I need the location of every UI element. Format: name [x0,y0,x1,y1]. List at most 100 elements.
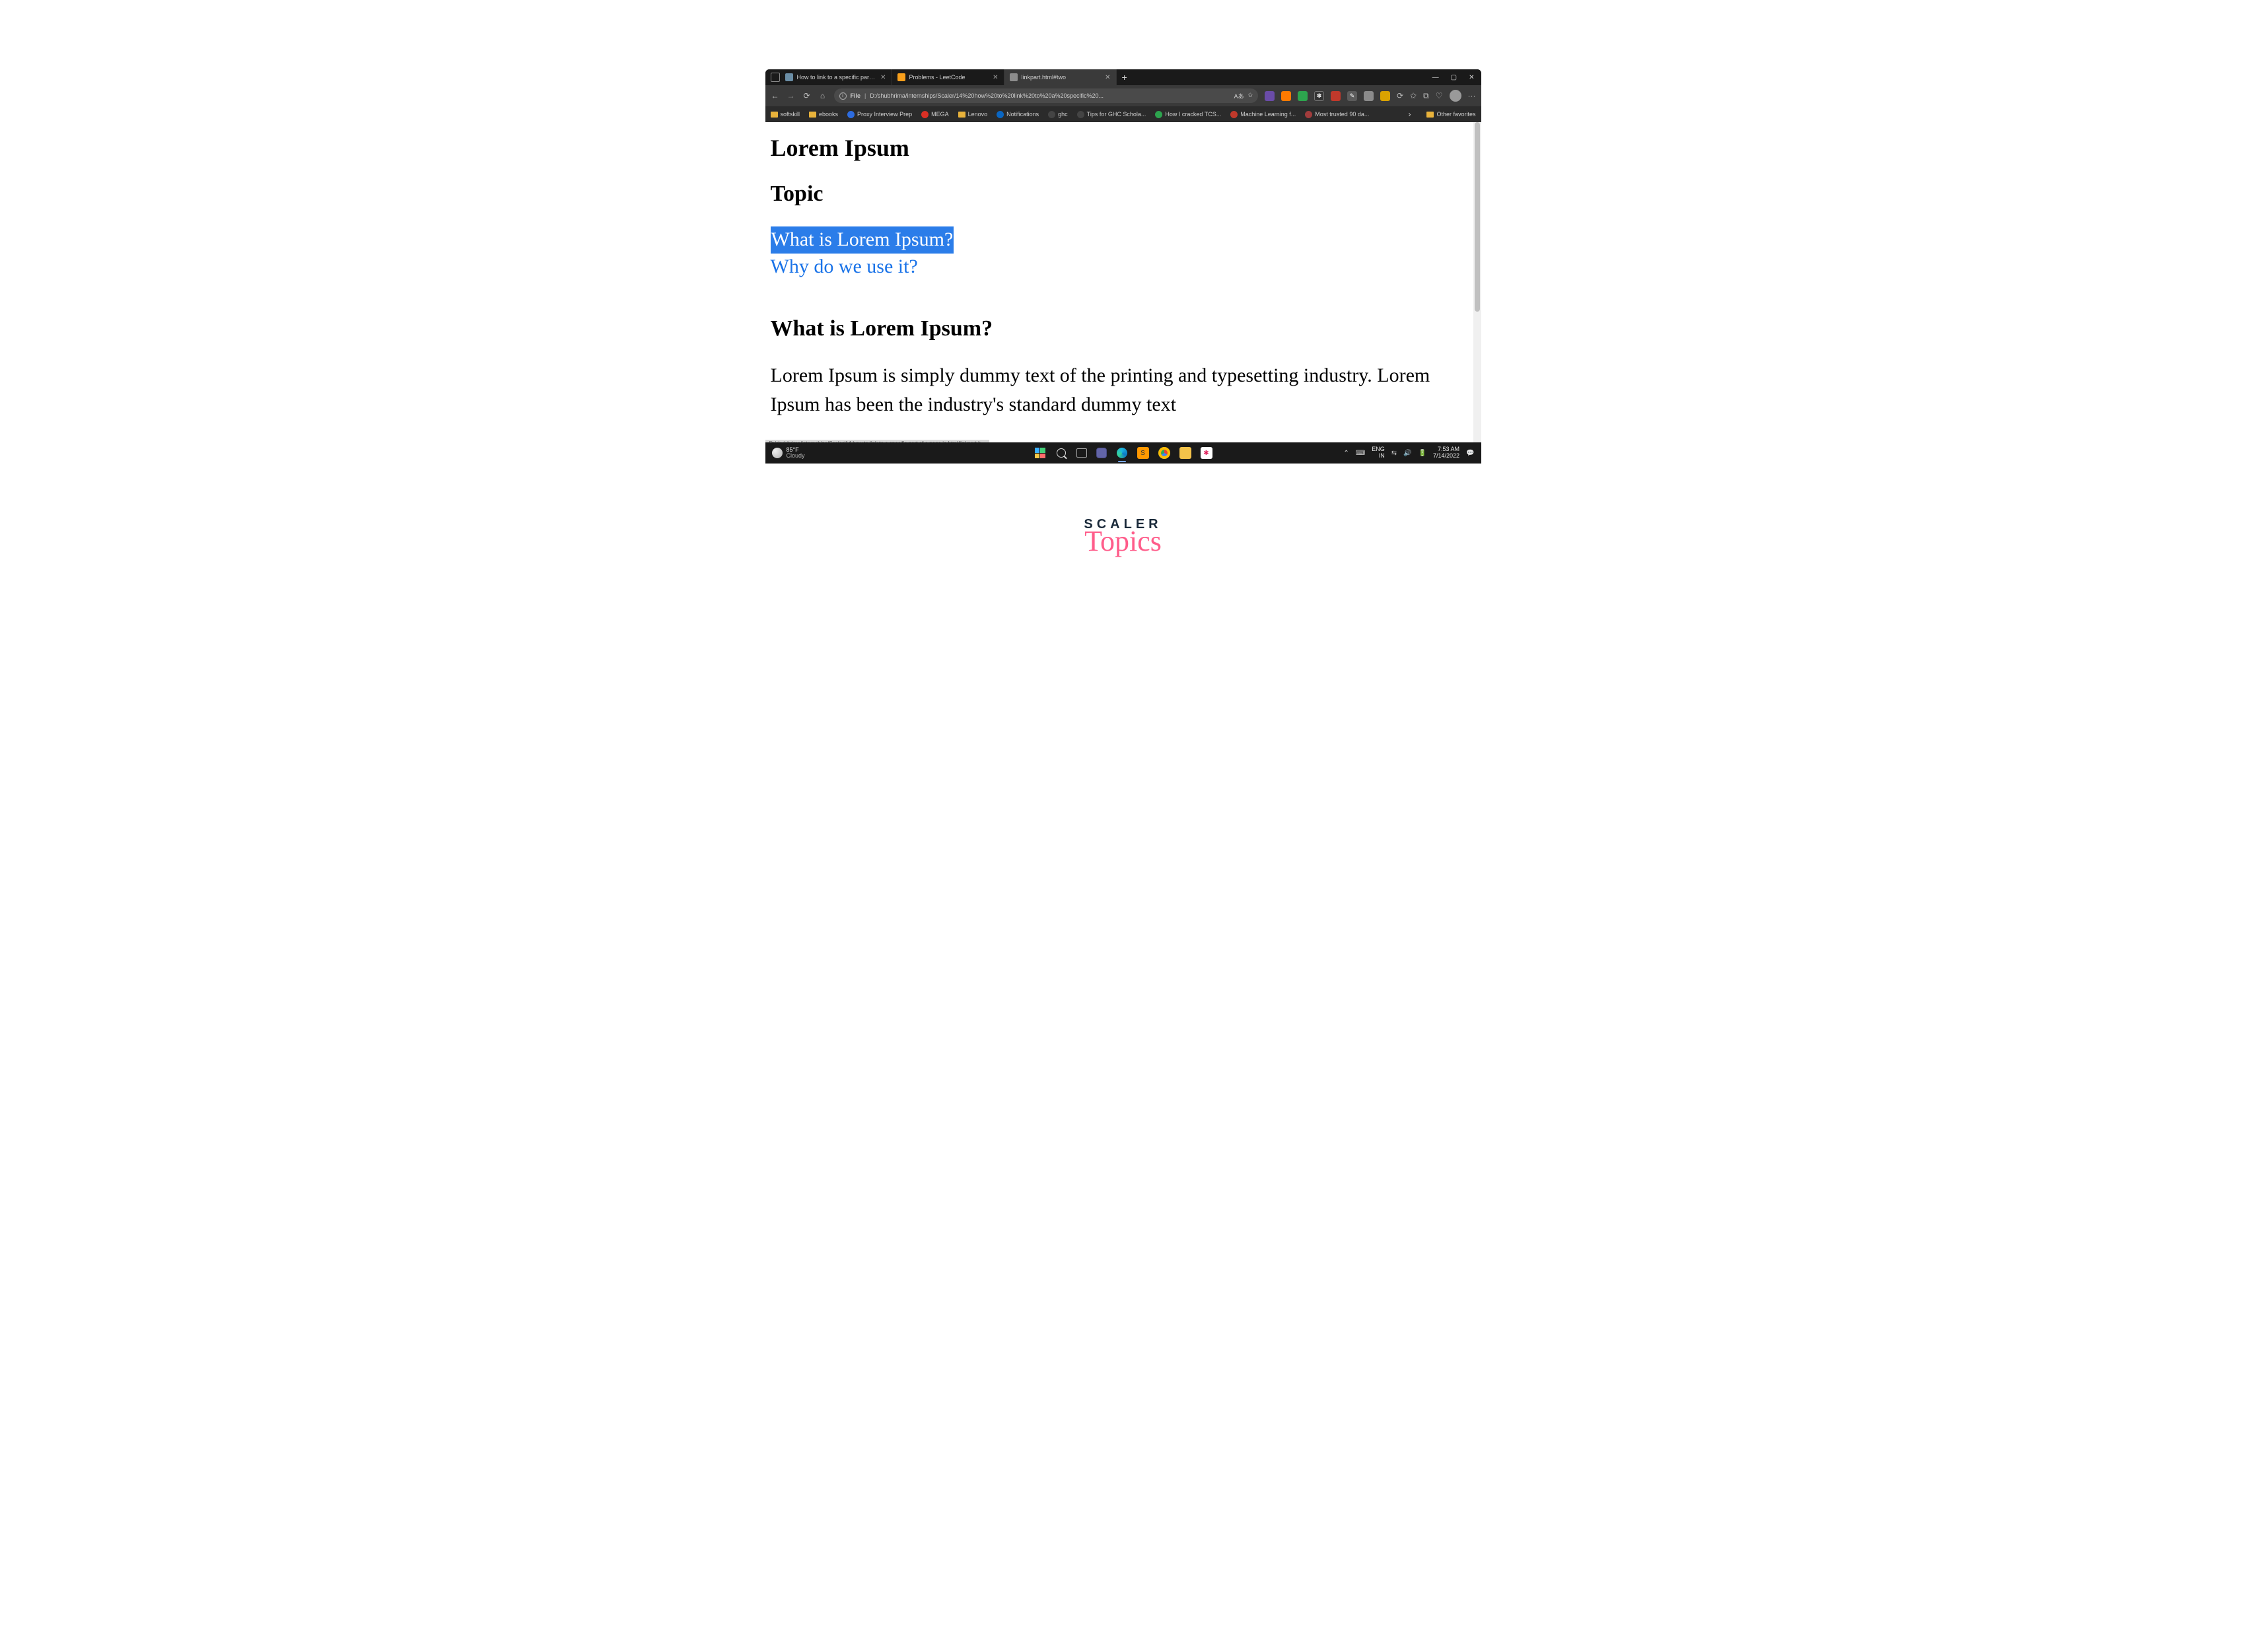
extension-icon[interactable] [1298,91,1308,101]
weather-icon [772,448,783,458]
bookmarks-overflow-button[interactable]: › [1408,110,1411,119]
taskbar-app-slack[interactable]: ✱ [1201,447,1212,459]
tab-label: Problems - LeetCode [909,74,989,81]
back-button[interactable]: ← [771,91,780,100]
tab-close-icon[interactable]: ✕ [880,74,886,81]
taskbar-app-edge[interactable] [1116,447,1128,459]
home-button[interactable]: ⌂ [818,91,827,100]
extension-icon[interactable]: ✽ [1314,91,1324,101]
toc-link-why-use[interactable]: Why do we use it? [771,254,1476,281]
forward-button[interactable]: → [787,91,796,100]
bookmark-label: softskill [781,111,800,118]
bookmark-label: Most trusted 90 da... [1315,111,1369,118]
read-aloud-icon[interactable]: Aあ [1234,92,1244,100]
window-controls: — ▢ ✕ [1432,74,1481,81]
close-window-button[interactable]: ✕ [1469,74,1474,81]
bookmark-tcs[interactable]: How I cracked TCS... [1155,111,1221,118]
extension-icon[interactable]: ✎ [1347,91,1357,101]
body-paragraph: Lorem Ipsum is simply dummy text of the … [771,361,1476,419]
vertical-scrollbar[interactable] [1473,122,1481,449]
extension-icon[interactable] [1331,91,1341,101]
bookmark-notifications[interactable]: Notifications [997,111,1039,118]
keyboard-icon[interactable]: ⌨ [1356,450,1365,457]
taskbar-taskview-button[interactable] [1076,448,1087,458]
favicon-icon [785,73,793,81]
clock-date: 7/14/2022 [1433,453,1459,460]
tab-linkpart[interactable]: linkpart.html#two ✕ [1004,69,1117,85]
extension-icon[interactable] [1364,91,1374,101]
taskbar-center: S ✱ [1034,447,1212,459]
bookmarks-bar: softskill ebooks Proxy Interview Prep ME… [765,106,1481,122]
site-icon [997,111,1004,118]
notifications-icon[interactable]: 💬 [1466,450,1474,457]
bookmark-folder-softskill[interactable]: softskill [771,111,800,118]
tab-how-to-link[interactable]: How to link to a specific part of a ✕ [780,69,892,85]
bookmark-ghc[interactable]: ghc [1048,111,1068,118]
address-separator: | [864,92,866,99]
bookmark-label: Proxy Interview Prep [857,111,912,118]
bookmark-ghc-schola[interactable]: Tips for GHC Schola... [1077,111,1146,118]
tab-close-icon[interactable]: ✕ [1105,74,1110,81]
address-scheme: File [851,92,861,99]
more-menu-button[interactable]: ··· [1468,91,1476,100]
address-path: D:/shubhrima/internships/Scaler/14%20how… [870,92,1230,99]
bookmark-trusted90[interactable]: Most trusted 90 da... [1305,111,1369,118]
page-content: Lorem Ipsum Topic What is Lorem Ipsum? W… [765,122,1481,424]
collections-icon[interactable]: ⧉ [1423,91,1429,101]
bookmark-folder-lenovo[interactable]: Lenovo [958,111,988,118]
other-favorites[interactable]: Other favorites [1426,111,1475,118]
tab-leetcode[interactable]: Problems - LeetCode ✕ [892,69,1004,85]
lang-bottom: IN [1372,453,1385,460]
tray-overflow-icon[interactable]: ⌃ [1343,450,1349,457]
site-info-icon[interactable]: i [839,92,847,100]
taskbar-app-chrome[interactable] [1158,447,1170,459]
battery-icon[interactable]: 🔋 [1419,450,1426,457]
browser-toolbar: ← → ⟳ ⌂ i File | D:/shubhrima/internship… [765,85,1481,106]
volume-icon[interactable]: 🔊 [1403,450,1411,457]
bookmark-folder-ebooks[interactable]: ebooks [809,111,838,118]
extension-icon[interactable] [1380,91,1390,101]
search-icon [1057,448,1066,458]
bookmark-ml[interactable]: Machine Learning f... [1230,111,1296,118]
site-icon [847,111,855,118]
tab-label: linkpart.html#two [1022,74,1102,81]
sync-icon[interactable]: ⟳ [1397,91,1403,100]
reload-button[interactable]: ⟳ [802,91,812,100]
bookmark-mega[interactable]: MEGA [921,111,949,118]
scrollbar-thumb[interactable] [1475,122,1480,312]
new-tab-button[interactable]: + [1122,72,1127,83]
maximize-button[interactable]: ▢ [1451,74,1457,81]
taskbar-search-button[interactable] [1055,447,1067,459]
folder-icon [809,112,816,118]
taskbar-app-chat[interactable] [1096,448,1107,458]
address-bar[interactable]: i File | D:/shubhrima/internships/Scaler… [834,88,1259,103]
extension-icon[interactable] [1281,91,1291,101]
taskbar-clock[interactable]: 7:53 AM 7/14/2022 [1433,446,1459,460]
minimize-button[interactable]: — [1432,74,1439,81]
site-icon [1155,111,1162,118]
taskbar-app-explorer[interactable] [1179,447,1191,459]
site-icon [1048,111,1055,118]
tab-label: How to link to a specific part of a [797,74,877,81]
tab-actions-icon[interactable] [771,73,780,82]
site-icon [1077,111,1084,118]
toolbar-extensions: ✽ ✎ ⟳ ✩ ⧉ ♡ ··· [1265,90,1475,102]
toc-link-what-is[interactable]: What is Lorem Ipsum? [771,226,954,254]
favorites-icon[interactable]: ✩ [1410,91,1417,100]
tab-close-icon[interactable]: ✕ [993,74,998,81]
folder-icon [771,112,778,118]
weather-desc: Cloudy [787,453,805,459]
heart-icon[interactable]: ♡ [1436,91,1443,100]
bookmark-proxy-interview[interactable]: Proxy Interview Prep [847,111,912,118]
start-button[interactable] [1034,447,1046,459]
wifi-icon[interactable]: ⇆ [1391,450,1397,457]
profile-avatar[interactable] [1450,90,1461,102]
extension-icon[interactable] [1265,91,1275,101]
folder-icon [958,112,965,118]
topic-heading: Topic [771,182,1476,207]
section-heading-what-is: What is Lorem Ipsum? [771,316,1476,341]
taskbar-weather[interactable]: 85°F Cloudy [772,447,805,460]
favorite-star-icon[interactable]: ✩ [1247,92,1253,100]
taskbar-app-sublime[interactable]: S [1137,447,1149,459]
language-indicator[interactable]: ENG IN [1372,446,1385,460]
